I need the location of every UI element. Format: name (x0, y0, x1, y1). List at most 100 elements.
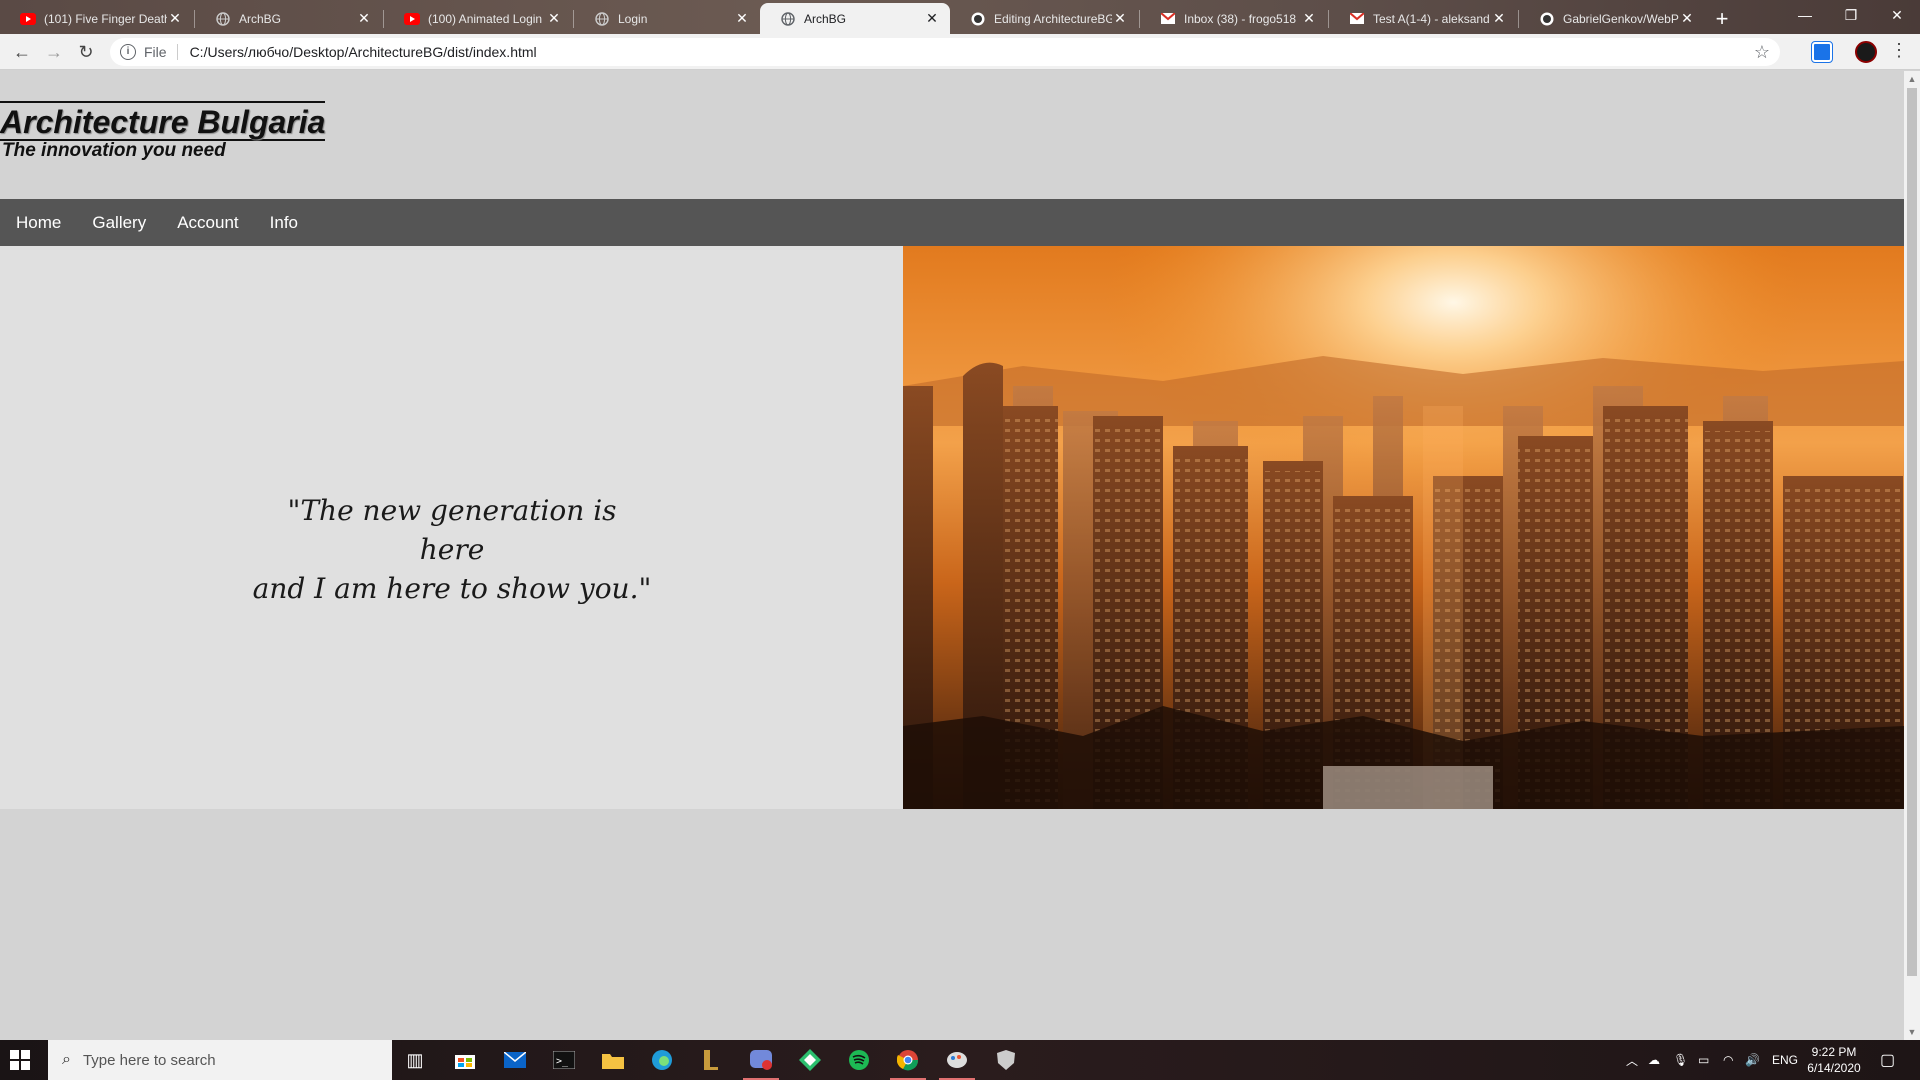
nav-home[interactable]: Home (16, 213, 61, 233)
discord-icon[interactable] (743, 1048, 779, 1080)
page-scrollbar[interactable]: ▲ ▼ (1904, 71, 1920, 1040)
chrome-icon[interactable] (890, 1048, 926, 1080)
tray-app-icon[interactable]: ☁ (1648, 1040, 1660, 1080)
wifi-icon[interactable]: ◠ (1723, 1040, 1733, 1080)
tab-title: GabrielGenkov/WebP (1563, 11, 1679, 26)
youtube-icon (404, 11, 420, 27)
bookmark-star-icon[interactable]: ☆ (1754, 42, 1770, 63)
taskbar-search-box[interactable]: ⌕ Type here to search (48, 1040, 392, 1080)
scroll-down-icon[interactable]: ▼ (1904, 1024, 1920, 1040)
close-icon[interactable]: ✕ (924, 10, 940, 27)
microphone-icon[interactable]: 🎙 (1673, 1040, 1688, 1080)
page-viewport: Architecture Bulgaria The innovation you… (0, 71, 1904, 1040)
tray-chevron-icon[interactable]: ︿ (1626, 1040, 1638, 1080)
gmail-icon (1349, 11, 1365, 27)
hero-quote: "The new generation is here and I am her… (252, 491, 652, 608)
notifications-icon[interactable]: ▢ (1880, 1040, 1895, 1080)
tab-title: ArchBG (804, 11, 847, 26)
file-scheme-label: File (144, 44, 178, 60)
language-indicator[interactable]: ENG (1772, 1040, 1798, 1080)
browser-toolbar: ← → ↻ i File C:/Users/любчо/Desktop/Arch… (0, 34, 1920, 70)
tab-title: Editing ArchitectureBG (994, 11, 1112, 26)
nav-gallery[interactable]: Gallery (92, 213, 146, 233)
city-sunset-image (903, 246, 1904, 809)
file-explorer-icon[interactable] (601, 1048, 625, 1072)
info-icon[interactable]: i (120, 44, 136, 60)
search-placeholder: Type here to search (82, 1051, 216, 1069)
tab-github-editing[interactable]: Editing ArchitectureBG ✕ (950, 3, 1138, 34)
close-icon[interactable]: ✕ (1112, 10, 1128, 27)
tab-title: Test A(1-4) - aleksand (1373, 11, 1490, 26)
tab-youtube-five-finger[interactable]: (101) Five Finger Death ✕ (0, 3, 193, 34)
store-icon[interactable] (453, 1048, 477, 1072)
nav-info[interactable]: Info (270, 213, 298, 233)
profile-avatar[interactable] (1855, 41, 1877, 63)
paint-icon[interactable] (939, 1048, 975, 1080)
tab-title: Login (618, 11, 648, 26)
tab-login[interactable]: Login ✕ (574, 3, 760, 34)
battery-icon[interactable]: ▭ (1698, 1040, 1709, 1080)
mail-icon[interactable] (503, 1048, 527, 1072)
tab-title: (100) Animated Login F (428, 11, 546, 26)
quote-line-1: "The new generation is here (287, 494, 617, 566)
reload-button[interactable]: ↻ (72, 38, 100, 66)
globe-icon (215, 11, 231, 27)
edge-icon[interactable] (650, 1048, 674, 1072)
svg-text:>_: >_ (556, 1056, 569, 1067)
volume-icon[interactable]: 🔊 (1745, 1040, 1760, 1080)
github-icon (1539, 11, 1555, 27)
tab-github-webp[interactable]: GabrielGenkov/WebP ✕ (1519, 3, 1705, 34)
browser-tab-strip: (101) Five Finger Death ✕ ArchBG ✕ (100)… (0, 0, 1920, 34)
tab-gmail-test[interactable]: Test A(1-4) - aleksand ✕ (1329, 3, 1517, 34)
scroll-thumb[interactable] (1907, 88, 1917, 976)
nav-account[interactable]: Account (177, 213, 238, 233)
close-icon[interactable]: ✕ (734, 10, 750, 27)
tab-archbg-1[interactable]: ArchBG ✕ (195, 3, 382, 34)
tab-archbg-active[interactable]: ArchBG ✕ (760, 3, 950, 34)
gmail-icon (1160, 11, 1176, 27)
git-kraken-icon[interactable] (798, 1048, 822, 1072)
windows-taskbar: ⌕ Type here to search ▥ >_ ︿ ☁ 🎙 ▭ ◠ 🔊 E… (0, 1040, 1920, 1080)
site-tagline: The innovation you need (2, 140, 226, 161)
back-button[interactable]: ← (8, 38, 36, 66)
site-title: Architecture Bulgaria (0, 101, 326, 141)
search-icon: ⌕ (62, 1051, 71, 1068)
clock-date: 6/14/2020 (1807, 1061, 1861, 1075)
clock-time: 9:22 PM (1811, 1045, 1857, 1059)
youtube-icon (20, 11, 36, 27)
github-icon (970, 11, 986, 27)
tab-title: ArchBG (239, 11, 282, 26)
tab-title: Inbox (38) - frogo518 (1184, 11, 1297, 26)
minimize-button[interactable]: — (1782, 0, 1828, 30)
close-icon[interactable]: ✕ (546, 10, 562, 27)
windows-start-icon[interactable] (10, 1050, 30, 1075)
close-icon[interactable]: ✕ (167, 10, 183, 27)
close-icon[interactable]: ✕ (1491, 10, 1507, 27)
menu-icon[interactable]: ⋮ (1890, 40, 1908, 61)
extension-icon[interactable] (1811, 41, 1833, 63)
site-nav: Home Gallery Account Info (0, 199, 1904, 246)
close-icon[interactable]: ✕ (1679, 10, 1695, 27)
tab-gmail-inbox[interactable]: Inbox (38) - frogo518 ✕ (1140, 3, 1327, 34)
forward-button[interactable]: → (40, 38, 68, 66)
league-icon[interactable] (699, 1048, 723, 1072)
globe-icon (594, 11, 610, 27)
maximize-button[interactable]: ❐ (1828, 0, 1874, 30)
terminal-icon[interactable]: >_ (552, 1048, 576, 1072)
quote-line-2: and I am here to show you." (252, 572, 652, 605)
spotify-icon[interactable] (847, 1048, 871, 1072)
system-clock[interactable]: 9:22 PM 6/14/2020 (1802, 1044, 1866, 1076)
site-header: Architecture Bulgaria The innovation you… (0, 71, 1904, 199)
tab-title: (101) Five Finger Death (44, 11, 167, 26)
close-icon[interactable]: ✕ (356, 10, 372, 27)
close-window-button[interactable]: ✕ (1874, 0, 1920, 30)
url-text[interactable]: C:/Users/любчо/Desktop/ArchitectureBG/di… (190, 44, 537, 60)
close-icon[interactable]: ✕ (1301, 10, 1317, 27)
new-tab-button[interactable]: + (1708, 6, 1736, 32)
address-bar[interactable]: i File C:/Users/любчо/Desktop/Architectu… (110, 38, 1780, 66)
hero-section: "The new generation is here and I am her… (0, 246, 1904, 809)
scroll-up-icon[interactable]: ▲ (1904, 71, 1920, 87)
task-view-icon[interactable]: ▥ (403, 1048, 427, 1072)
tab-youtube-animated-login[interactable]: (100) Animated Login F ✕ (384, 3, 572, 34)
shield-app-icon[interactable] (994, 1048, 1018, 1072)
